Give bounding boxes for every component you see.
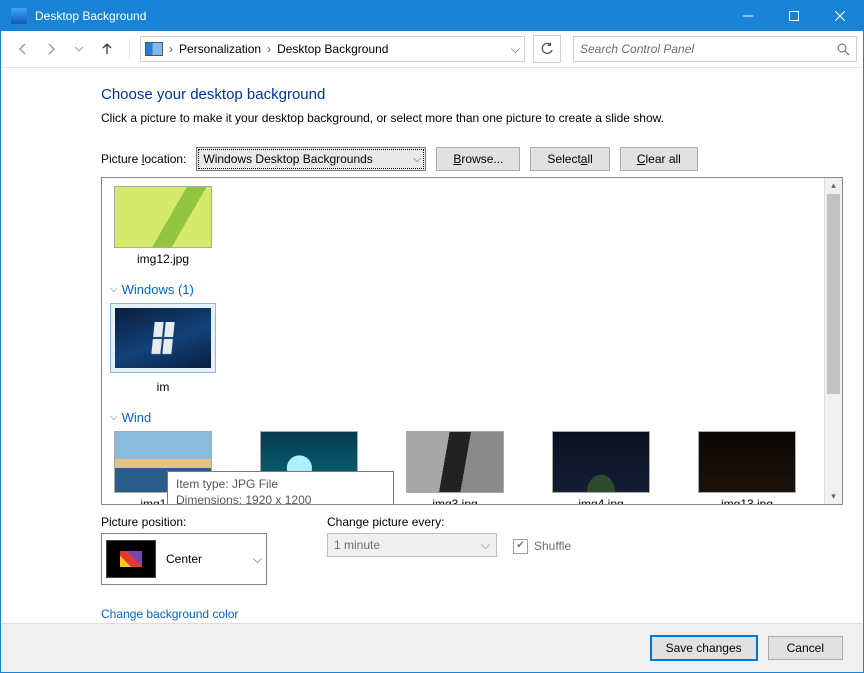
back-button[interactable] (11, 37, 35, 61)
select-all-button[interactable]: Select all (530, 147, 609, 171)
maximize-button[interactable] (771, 1, 817, 31)
change-bg-color-link[interactable]: Change background color (101, 607, 238, 621)
wallpaper-tile[interactable]: img13.jpg (698, 431, 796, 504)
titlebar: Desktop Background (1, 1, 863, 31)
breadcrumb-desktop-background[interactable]: Desktop Background (277, 42, 388, 56)
wallpaper-gallery: img12.jpg ⌵Windows (1) ✔ im Item type: J… (101, 177, 843, 505)
address-bar[interactable]: › Personalization › Desktop Background ⌵ (140, 36, 525, 62)
wallpaper-tile-selected[interactable]: ✔ (110, 303, 216, 373)
page-subtext: Click a picture to make it your desktop … (101, 111, 843, 125)
footer: Save changes Cancel (1, 623, 863, 672)
personalization-icon (145, 42, 163, 56)
picture-position-combo[interactable]: Center (101, 533, 267, 585)
breadcrumb-sep: › (169, 42, 173, 56)
cancel-button[interactable]: Cancel (768, 636, 843, 660)
scroll-up-icon[interactable]: ▴ (825, 180, 842, 191)
picture-location-combo[interactable]: Windows Desktop Backgrounds (196, 147, 426, 171)
app-icon (11, 8, 27, 24)
position-preview-icon (106, 540, 156, 578)
chevron-down-icon: ⌵ (110, 412, 118, 423)
page-title: Choose your desktop background (101, 86, 843, 103)
scrollbar[interactable]: ▴ ▾ (824, 178, 842, 504)
save-changes-button[interactable]: Save changes (650, 635, 758, 661)
navbar: › Personalization › Desktop Background ⌵… (1, 31, 863, 68)
shuffle-checkbox: ✔Shuffle (513, 539, 571, 554)
change-every-combo: 1 minute (327, 533, 497, 557)
chevron-down-icon: ⌵ (110, 284, 118, 295)
wallpaper-tile[interactable]: img12.jpg (114, 186, 212, 266)
group-wind[interactable]: ⌵Wind (110, 410, 816, 425)
wallpaper-tile[interactable]: img4.jpg (552, 431, 650, 504)
wallpaper-tile[interactable]: img3.jpg (406, 431, 504, 504)
up-button[interactable] (95, 37, 119, 61)
picture-position-label: Picture position: (101, 515, 267, 529)
tooltip: Item type: JPG File Dimensions: 1920 x 1… (167, 471, 394, 504)
refresh-button[interactable] (533, 35, 561, 63)
window-title: Desktop Background (35, 9, 725, 23)
close-button[interactable] (817, 1, 863, 31)
group-windows[interactable]: ⌵Windows (1) (110, 282, 816, 297)
scrollbar-thumb[interactable] (827, 194, 840, 394)
recent-dropdown[interactable] (67, 37, 91, 61)
clear-all-button[interactable]: Clear all (620, 147, 698, 171)
minimize-button[interactable] (725, 1, 771, 31)
browse-button[interactable]: Browse... (436, 147, 520, 171)
change-every-label: Change picture every: (327, 515, 571, 529)
search-input[interactable]: Search Control Panel (573, 36, 857, 62)
picture-location-label: Picture location: (101, 152, 186, 166)
search-icon (836, 42, 850, 56)
breadcrumb-personalization[interactable]: Personalization (179, 42, 261, 56)
search-placeholder: Search Control Panel (580, 42, 836, 56)
scroll-down-icon[interactable]: ▾ (825, 491, 842, 502)
forward-button[interactable] (39, 37, 63, 61)
address-dropdown-icon[interactable]: ⌵ (511, 42, 520, 57)
